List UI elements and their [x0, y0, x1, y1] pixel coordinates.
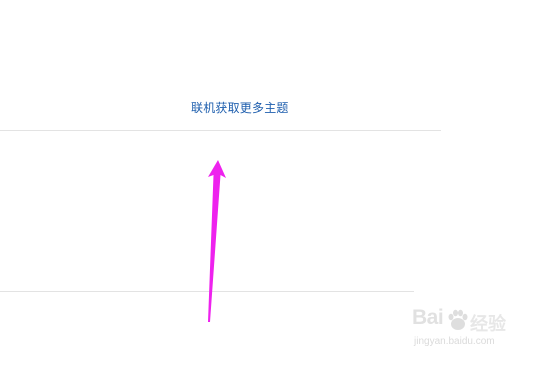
baidu-paw-icon: [448, 309, 468, 330]
baidu-jingyan-watermark: Bai 经验 jingyan.baidu.com: [412, 306, 522, 358]
get-more-themes-online-link[interactable]: 联机获取更多主题: [191, 101, 289, 115]
watermark-brand-left: Bai: [412, 306, 444, 329]
theme-panel: 联机获取更多主题 Bai 经验 jingyan.baidu.com: [0, 0, 539, 366]
divider-top: [0, 130, 441, 131]
divider-bottom: [0, 291, 414, 292]
watermark-brand-right: 经验: [470, 314, 506, 334]
watermark-url: jingyan.baidu.com: [414, 336, 495, 347]
